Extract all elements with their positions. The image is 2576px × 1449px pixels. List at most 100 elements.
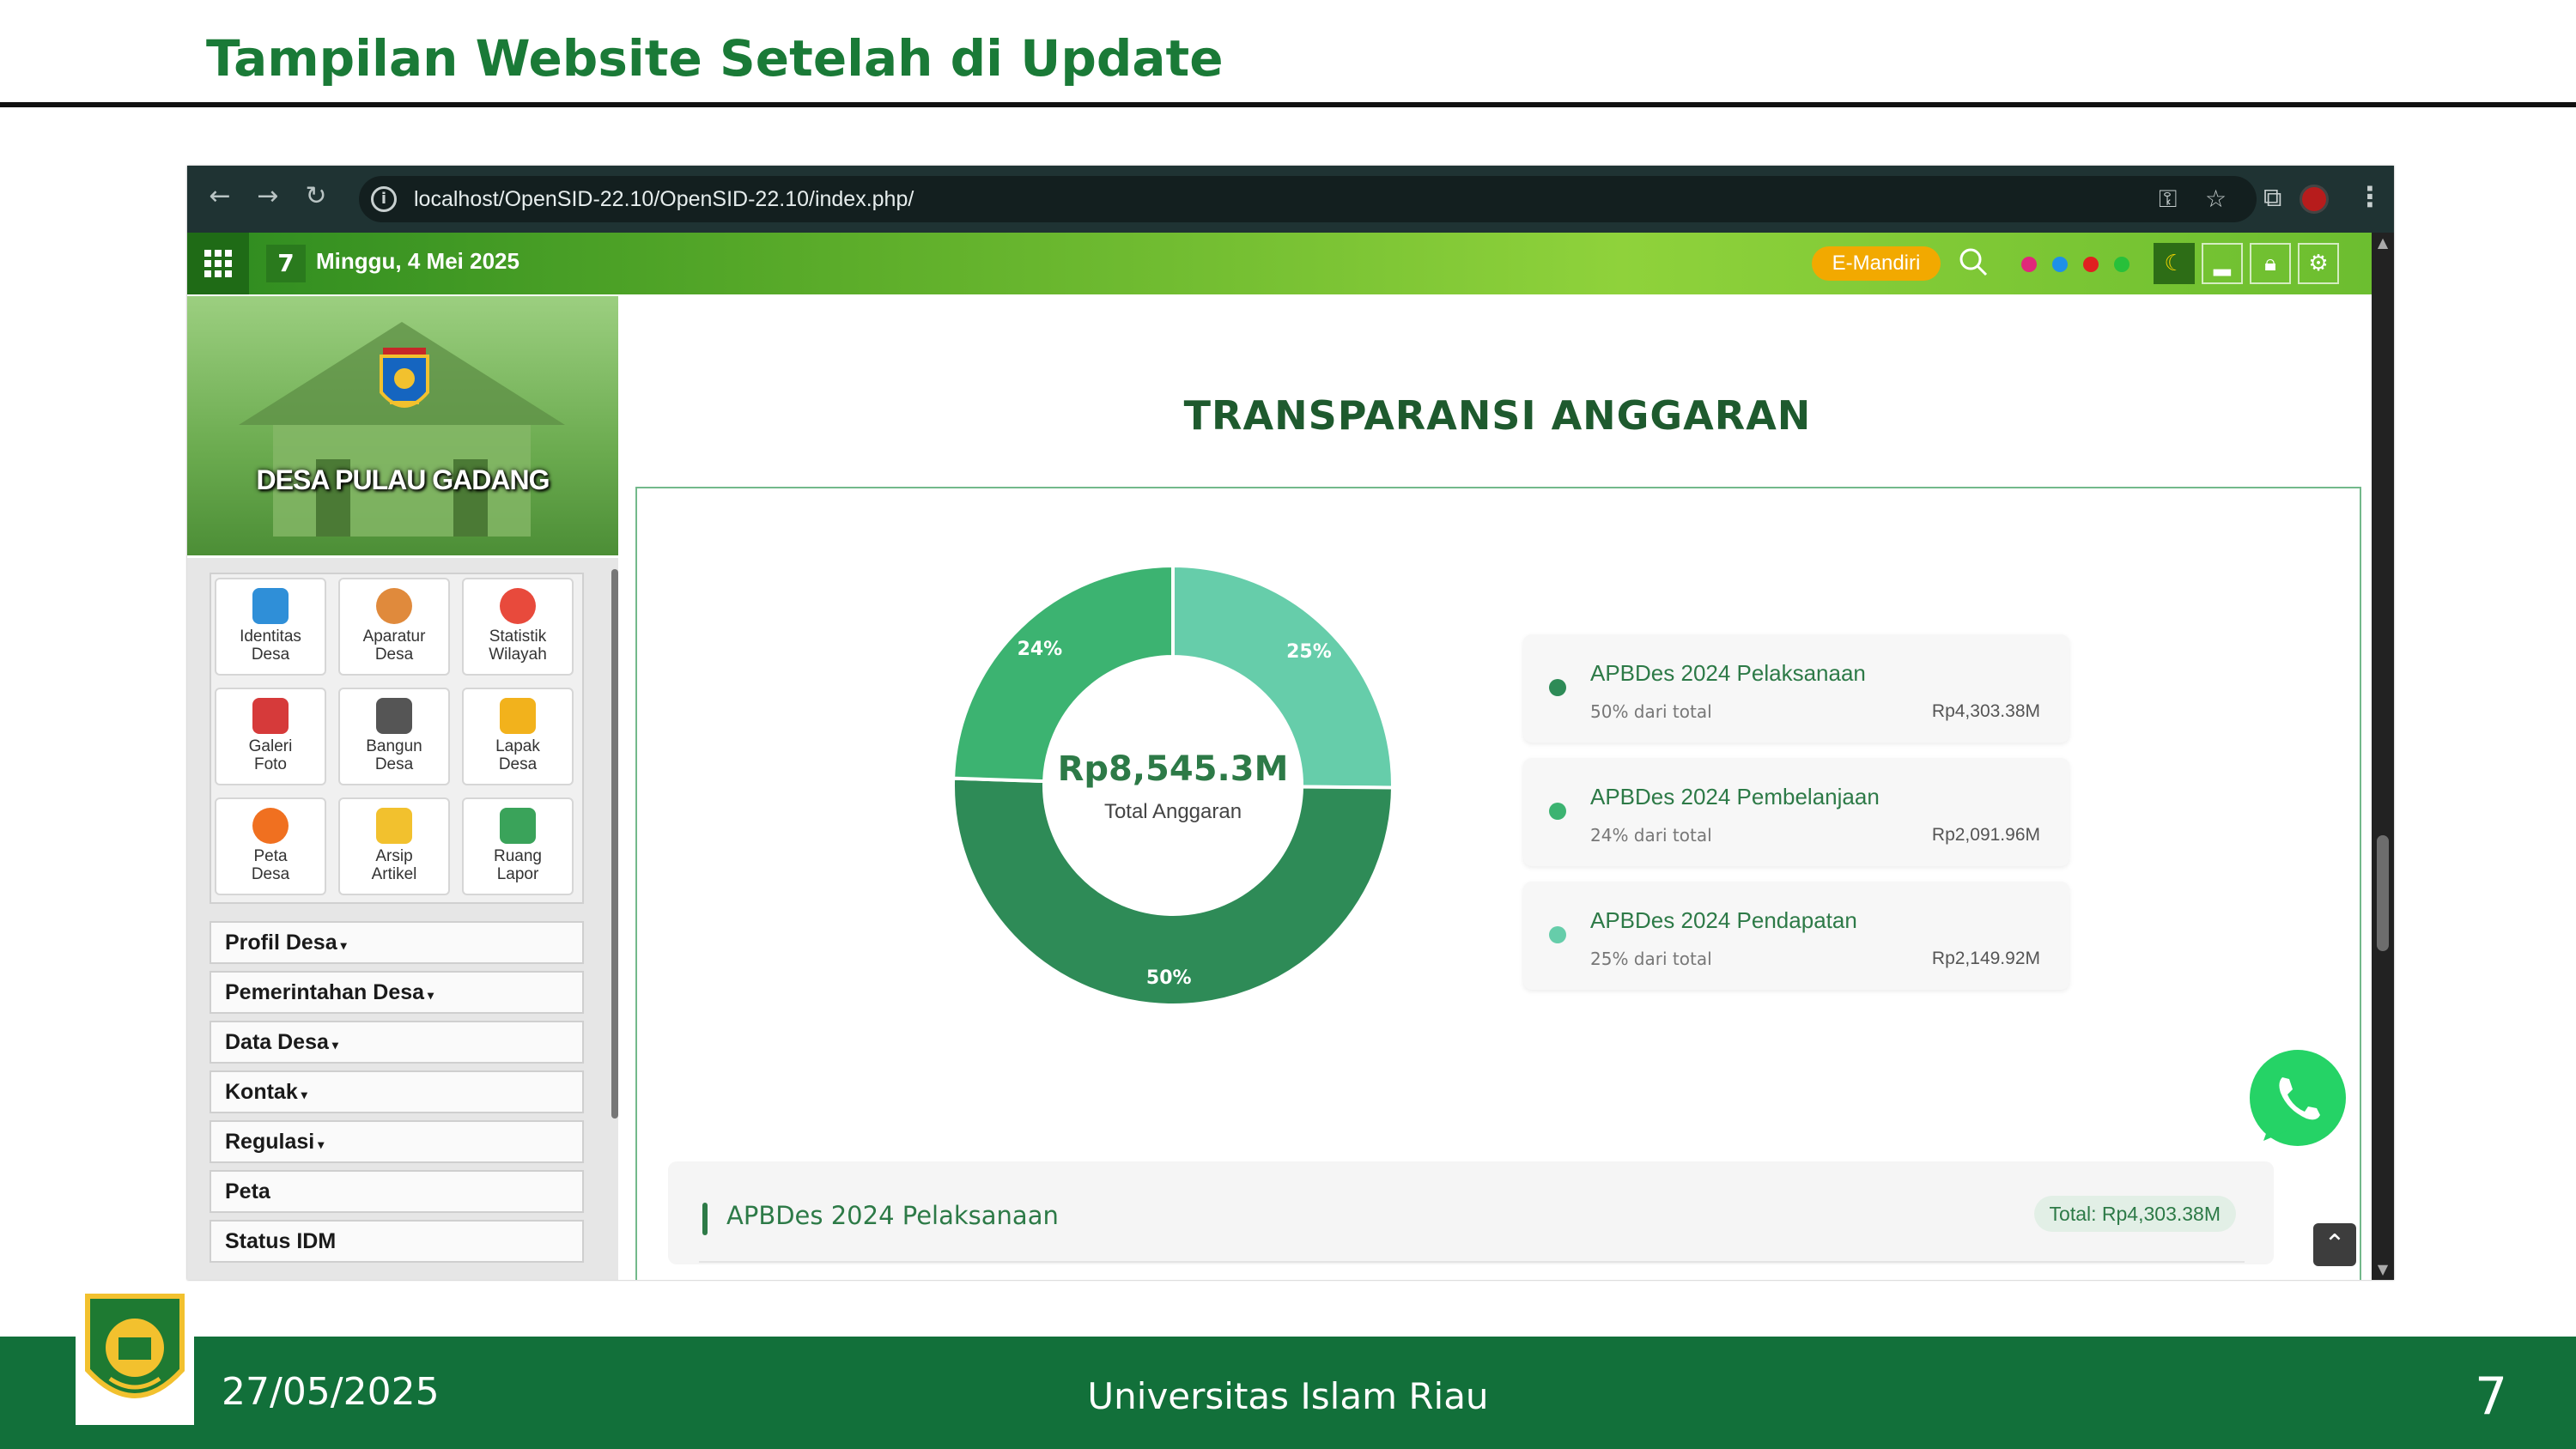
- slide-title: Tampilan Website Setelah di Update: [206, 29, 1224, 88]
- gear-icon[interactable]: ⚙: [2298, 243, 2339, 284]
- sidebar-tile[interactable]: Identitas Desa: [215, 578, 326, 676]
- site-info-icon[interactable]: i: [371, 186, 397, 212]
- tile-label: Bangun: [366, 737, 422, 755]
- menu-item-label: Status IDM: [225, 1229, 337, 1253]
- detail-header: APBDes 2024 Pelaksanaan Total: Rp4,303.3…: [668, 1161, 2274, 1264]
- sidebar-tile[interactable]: Aparatur Desa: [338, 578, 450, 676]
- legend-amount: Rp4,303.38M: [1931, 701, 2040, 721]
- sidebar-menu-item[interactable]: Kontak ▾: [210, 1070, 584, 1113]
- tile-label: Statistik: [489, 627, 547, 646]
- profile-avatar[interactable]: [2300, 185, 2329, 214]
- address-bar[interactable]: i localhost/OpenSID-22.10/OpenSID-22.10/…: [359, 176, 2257, 222]
- detail-accent-bar: [702, 1203, 708, 1235]
- sidebar-tile[interactable]: Galeri Foto: [215, 688, 326, 785]
- extensions-icon[interactable]: ⧉: [2263, 181, 2281, 215]
- e-mandiri-button[interactable]: E-Mandiri: [1812, 246, 1941, 281]
- sidebar-tile[interactable]: Statistik Wilayah: [462, 578, 574, 676]
- tile-label: Aparatur: [362, 627, 426, 646]
- menu-item-label: Profil Desa: [225, 931, 337, 955]
- forward-arrow-icon[interactable]: →: [251, 179, 285, 214]
- basket-icon: [500, 698, 536, 734]
- page-scrollbar[interactable]: [2372, 233, 2394, 1280]
- scroll-down-arrow-icon[interactable]: ▼: [2375, 1261, 2391, 1277]
- theme-color-blue[interactable]: [2052, 257, 2068, 272]
- url-text: localhost/OpenSID-22.10/OpenSID-22.10/in…: [414, 187, 914, 211]
- slide-page-number: 7: [2475, 1367, 2508, 1427]
- sidebar-menu-item[interactable]: Profil Desa ▾: [210, 921, 584, 964]
- sidebar-tile[interactable]: Ruang Lapor: [462, 797, 574, 895]
- dark-mode-moon-icon[interactable]: ☾: [2154, 243, 2195, 284]
- whatsapp-icon[interactable]: [2238, 1040, 2358, 1160]
- legend-title: APBDes 2024 Pembelanjaan: [1590, 784, 1880, 809]
- village-header-image: DESA PULAU GADANG: [187, 296, 618, 555]
- browser-window: ← → ↻ i localhost/OpenSID-22.10/OpenSID-…: [187, 166, 2394, 1280]
- legend-color-dot: [1549, 803, 1566, 820]
- legend-amount: Rp2,149.92M: [1931, 949, 2040, 968]
- sidebar-menu-item[interactable]: Regulasi ▾: [210, 1120, 584, 1163]
- donut-center-label: Total Anggaran: [1104, 800, 1242, 823]
- sidebar-menu-item[interactable]: Data Desa ▾: [210, 1021, 584, 1064]
- chat-bubbles-icon: [252, 588, 289, 624]
- reload-icon[interactable]: ↻: [299, 179, 333, 214]
- tools-icon: [376, 698, 412, 734]
- tile-label: Wilayah: [489, 646, 547, 664]
- menu-item-label: Kontak: [225, 1080, 298, 1104]
- sidebar-menu-item[interactable]: Status IDM: [210, 1220, 584, 1263]
- caret-down-icon: ▾: [331, 1038, 338, 1052]
- lock-icon[interactable]: 🔒︎: [2250, 243, 2291, 284]
- title-divider: [0, 102, 2576, 107]
- bookmark-star-icon[interactable]: ☆: [2205, 186, 2227, 212]
- search-icon[interactable]: [1956, 245, 1990, 279]
- tile-label: Artikel: [371, 865, 417, 883]
- map-pin-icon: [252, 808, 289, 844]
- sidebar-scrollbar[interactable]: [611, 569, 618, 1119]
- sidebar-tile[interactable]: Arsip Artikel: [338, 797, 450, 895]
- theme-color-pink[interactable]: [2021, 257, 2037, 272]
- donut-slice-label: 25%: [1286, 641, 1332, 663]
- signal-bars-icon[interactable]: ▂: [2202, 243, 2243, 284]
- tile-label: Desa: [374, 646, 414, 664]
- back-to-top-chevron-up-icon[interactable]: ⌃: [2313, 1223, 2356, 1266]
- tile-label: Desa: [498, 755, 538, 773]
- sidebar-tile[interactable]: Peta Desa: [215, 797, 326, 895]
- menu-item-label: Data Desa: [225, 1030, 329, 1054]
- theme-color-red[interactable]: [2083, 257, 2099, 272]
- tile-label: Lapak: [495, 737, 540, 755]
- current-date: Minggu, 4 Mei 2025: [316, 248, 519, 274]
- detail-title: APBDes 2024 Pelaksanaan: [726, 1201, 1059, 1230]
- legend-color-dot: [1549, 926, 1566, 943]
- tile-label: Desa: [374, 755, 414, 773]
- apps-grid-button[interactable]: [187, 233, 249, 294]
- theme-color-green[interactable]: [2114, 257, 2129, 272]
- legend-percentage: 24% dari total: [1590, 825, 1712, 846]
- pie-chart-icon: [500, 588, 536, 624]
- legend-title: APBDes 2024 Pelaksanaan: [1590, 660, 1866, 686]
- footer-institution: Universitas Islam Riau: [1087, 1375, 1489, 1417]
- legend-amount: Rp2,091.96M: [1931, 825, 2040, 845]
- legend-title: APBDes 2024 Pendapatan: [1590, 907, 1857, 933]
- tile-label: Desa: [251, 646, 290, 664]
- sidebar-menu-item[interactable]: Pemerintahan Desa ▾: [210, 971, 584, 1014]
- tile-label: Foto: [253, 755, 288, 773]
- menu-item-label: Pemerintahan Desa: [225, 980, 425, 1004]
- sidebar-tile[interactable]: Bangun Desa: [338, 688, 450, 785]
- sidebar-menu-item[interactable]: Peta: [210, 1170, 584, 1213]
- scroll-up-arrow-icon[interactable]: ▲: [2375, 234, 2391, 251]
- sidebar-tile[interactable]: Lapak Desa: [462, 688, 574, 785]
- menu-item-label: Peta: [225, 1179, 270, 1203]
- menu-item-label: Regulasi: [225, 1130, 315, 1154]
- tile-label: Arsip: [375, 847, 413, 865]
- caret-down-icon: ▾: [301, 1088, 307, 1101]
- donut-slice-label: 50%: [1146, 967, 1192, 989]
- page-scrollbar-thumb[interactable]: [2377, 835, 2389, 951]
- tile-label: Peta: [253, 847, 288, 865]
- password-key-icon[interactable]: ⚿: [2159, 186, 2177, 212]
- legend-color-dot: [1549, 679, 1566, 696]
- legend-card: APBDes 2024 Pembelanjaan 24% dari total Rp…: [1523, 758, 2069, 866]
- browser-menu-icon[interactable]: ⋮: [2356, 179, 2384, 214]
- tile-label: Desa: [251, 865, 290, 883]
- legend-card: APBDes 2024 Pelaksanaan 50% dari total Rp4…: [1523, 634, 2069, 743]
- detail-divider: [699, 1261, 2245, 1263]
- tile-label: Lapor: [496, 865, 539, 883]
- back-arrow-icon[interactable]: ←: [203, 179, 237, 214]
